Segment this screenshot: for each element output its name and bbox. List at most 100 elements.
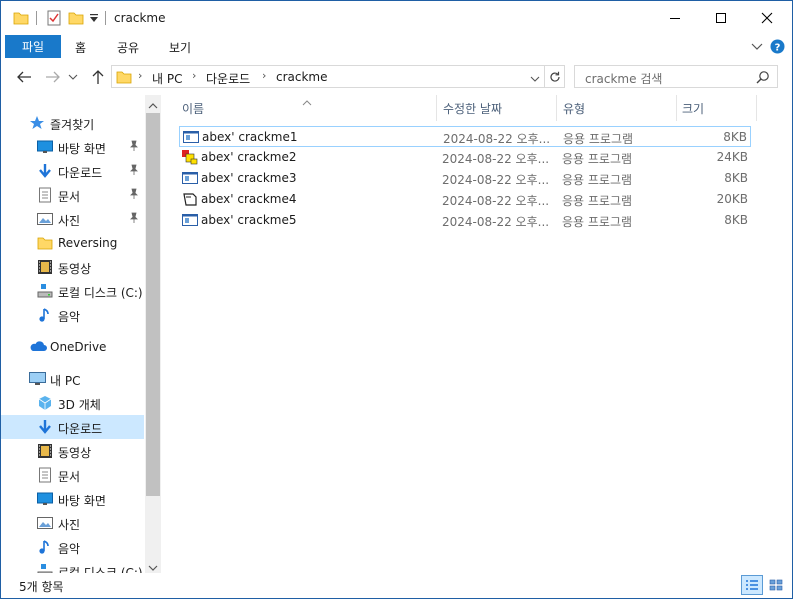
sidebar-item-quick-access[interactable]: 즐겨찾기 <box>1 111 144 135</box>
breadcrumb-thispc[interactable]: 내 PC <box>152 70 182 87</box>
breadcrumb-separator[interactable]: › <box>138 69 142 82</box>
app-window-icon <box>182 170 198 189</box>
up-button[interactable] <box>88 68 108 86</box>
column-header-name[interactable]: 이름 <box>182 95 204 121</box>
search-input[interactable]: crackme 검색 <box>585 70 662 87</box>
table-row[interactable]: abex' crackme4 2024-08-22 오후... 응용 프로그램 … <box>179 189 751 210</box>
table-row[interactable]: abex' crackme2 2024-08-22 오후... 응용 프로그램 … <box>179 147 751 168</box>
sidebar-item-3d-objects[interactable]: 3D 개체 <box>1 391 144 415</box>
pin-icon <box>129 212 139 227</box>
tab-home[interactable]: 홈 <box>75 39 86 56</box>
sidebar-item-pictures[interactable]: 사진 <box>1 207 144 231</box>
column-header-modified[interactable]: 수정한 날짜 <box>443 95 502 121</box>
sidebar-item-thispc[interactable]: 내 PC <box>1 367 144 391</box>
tab-view[interactable]: 보기 <box>169 39 191 56</box>
item-count: 5개 항목 <box>19 580 64 594</box>
maximize-button[interactable] <box>698 1 744 35</box>
file-name: abex' crackme3 <box>201 171 297 185</box>
app-window-icon <box>183 129 199 148</box>
expand-ribbon-icon[interactable] <box>751 41 763 55</box>
file-type: 응용 프로그램 <box>563 132 634 146</box>
folder-icon <box>13 10 29 29</box>
file-type: 응용 프로그램 <box>562 152 633 166</box>
address-dropdown-icon[interactable] <box>530 72 540 86</box>
sidebar-item-local-disk-pc[interactable]: 로컬 디스크 (C:) <box>1 559 144 573</box>
vb-app-icon <box>182 149 198 168</box>
folder-icon <box>37 235 53 251</box>
file-type: 응용 프로그램 <box>562 173 633 187</box>
forward-button[interactable] <box>43 68 63 86</box>
drive-icon <box>37 283 53 299</box>
pictures-icon <box>37 515 53 531</box>
column-divider[interactable] <box>556 95 557 121</box>
large-icons-view-button[interactable] <box>765 575 787 595</box>
address-bar[interactable]: › 내 PC › 다운로드 › crackme <box>111 65 545 88</box>
tab-share[interactable]: 공유 <box>117 39 139 56</box>
sidebar-item-downloads[interactable]: 다운로드 <box>1 159 144 183</box>
file-name: abex' crackme5 <box>201 213 297 227</box>
custom-app-icon <box>182 191 198 210</box>
nav-scrollbar[interactable] <box>145 95 161 573</box>
details-view-button[interactable] <box>741 575 763 595</box>
file-size: 8KB <box>724 171 748 185</box>
new-folder-icon[interactable] <box>68 10 84 29</box>
sidebar-item-desktop[interactable]: 바탕 화면 <box>1 135 144 159</box>
sidebar-item-label: 음악 <box>58 310 81 324</box>
table-row[interactable]: abex' crackme1 2024-08-22 오후... 응용 프로그램 … <box>179 126 751 147</box>
column-header-type[interactable]: 유형 <box>563 95 585 121</box>
column-divider[interactable] <box>756 95 757 121</box>
desktop-icon <box>37 139 53 155</box>
cloud-icon <box>29 339 47 355</box>
pin-icon <box>129 188 139 203</box>
properties-icon[interactable] <box>46 10 62 29</box>
sidebar-item-documents-pc[interactable]: 문서 <box>1 463 144 487</box>
sidebar-item-videos-pc[interactable]: 동영상 <box>1 439 144 463</box>
breadcrumb-downloads[interactable]: 다운로드 <box>206 70 250 87</box>
search-box[interactable]: crackme 검색 <box>574 65 778 88</box>
breadcrumb-crackme[interactable]: crackme <box>276 70 328 84</box>
sidebar-item-desktop-pc[interactable]: 바탕 화면 <box>1 487 144 511</box>
sidebar-item-videos[interactable]: 동영상 <box>1 255 144 279</box>
table-row[interactable]: abex' crackme5 2024-08-22 오후... 응용 프로그램 … <box>179 210 751 231</box>
sidebar-item-label: OneDrive <box>50 340 107 354</box>
minimize-button[interactable] <box>652 1 698 35</box>
sidebar-item-music-pc[interactable]: 음악 <box>1 535 144 559</box>
close-button[interactable] <box>744 1 790 35</box>
sidebar-item-documents[interactable]: 문서 <box>1 183 144 207</box>
help-icon[interactable]: ? <box>770 39 785 57</box>
status-bar: 5개 항목 <box>1 573 792 598</box>
large-icons-view-icon <box>769 579 783 591</box>
scroll-up-icon[interactable] <box>148 99 158 113</box>
recent-locations-button[interactable] <box>67 68 79 86</box>
music-icon <box>37 307 53 323</box>
sidebar-item-label: 사진 <box>58 518 81 532</box>
scroll-down-icon[interactable] <box>148 561 158 573</box>
file-type: 응용 프로그램 <box>562 194 633 208</box>
sidebar-item-music[interactable]: 음악 <box>1 303 144 327</box>
sidebar-item-onedrive[interactable]: OneDrive <box>1 335 144 359</box>
explorer-window: crackme 파일 홈 공유 보기 ? › 내 PC › 다운로드 › cra… <box>0 0 793 599</box>
sidebar-item-local-disk[interactable]: 로컬 디스크 (C:) <box>1 279 144 303</box>
title-bar: crackme <box>1 1 792 35</box>
folder-icon <box>116 69 132 88</box>
tab-file[interactable]: 파일 <box>5 35 61 58</box>
sidebar-item-label: 즐겨찾기 <box>50 118 95 132</box>
column-divider[interactable] <box>436 95 437 121</box>
sidebar-item-pictures-pc[interactable]: 사진 <box>1 511 144 535</box>
refresh-button[interactable] <box>545 65 565 88</box>
window-title: crackme <box>114 11 166 25</box>
breadcrumb-separator[interactable]: › <box>262 69 266 82</box>
column-header-size[interactable]: 크기 <box>682 95 704 121</box>
back-button[interactable] <box>14 68 34 86</box>
sidebar-item-reversing[interactable]: Reversing <box>1 231 144 255</box>
breadcrumb-separator[interactable]: › <box>192 69 196 82</box>
sidebar-item-label: 다운로드 <box>58 422 103 436</box>
sidebar-item-downloads-pc[interactable]: 다운로드 <box>1 415 144 439</box>
customize-quick-access-icon[interactable] <box>89 13 99 27</box>
document-icon <box>37 187 53 203</box>
column-divider[interactable] <box>676 95 677 121</box>
download-icon <box>37 419 53 435</box>
table-row[interactable]: abex' crackme3 2024-08-22 오후... 응용 프로그램 … <box>179 168 751 189</box>
file-modified: 2024-08-22 오후... <box>442 215 548 229</box>
scrollbar-thumb[interactable] <box>146 113 160 496</box>
